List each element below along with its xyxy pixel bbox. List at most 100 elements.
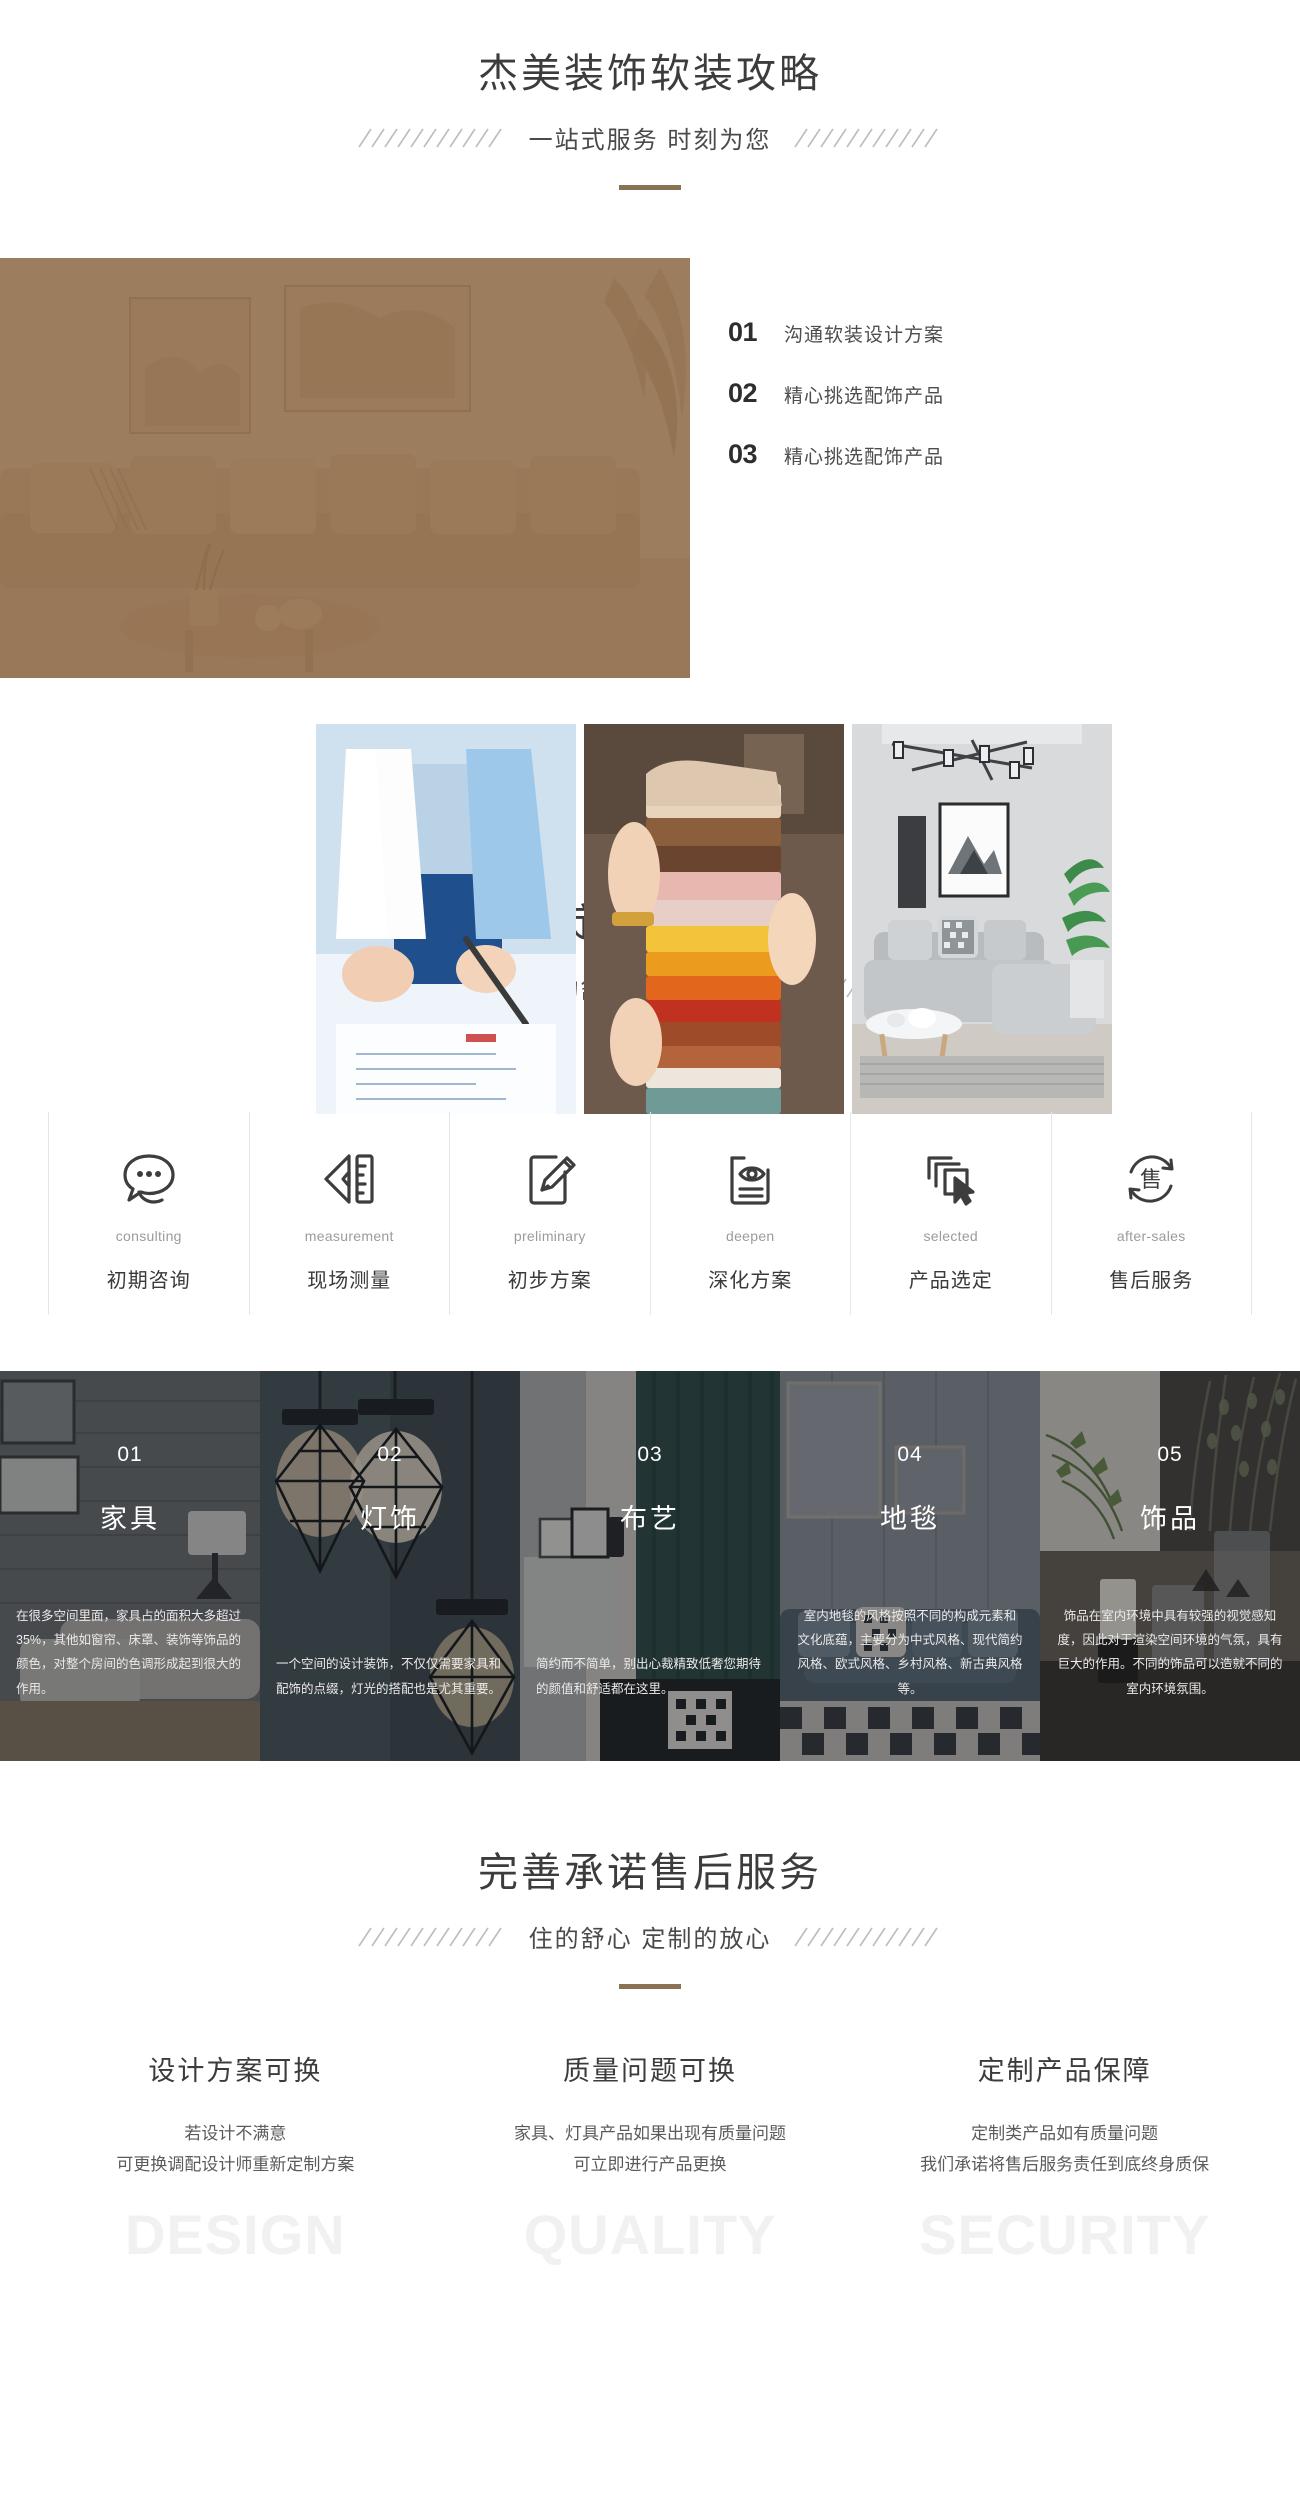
process-step-en-label: after-sales	[1116, 1228, 1186, 1244]
heading-accent-bar	[619, 185, 681, 190]
consultation-signing-photo	[316, 724, 576, 1114]
select-cursor-icon	[851, 1146, 1051, 1212]
category-card-carpet[interactable]: 04 地毯 室内地毯的风格按照不同的构成元素和 文化底蕴，主要分为中式风格、现代…	[780, 1371, 1040, 1761]
aftersales-subtitle-row: 住的舒心 定制的放心	[0, 1919, 1300, 1954]
process-step-selected[interactable]: selected 产品选定	[850, 1112, 1051, 1315]
hero-background-photo	[0, 258, 690, 678]
guarantee-lines: 若设计不满意 可更换调配设计师重新定制方案	[28, 2118, 443, 2181]
category-description: 饰品在室内环境中具有较强的视觉感知度，因此对于渲染空间环境的气氛，具有巨大的作用…	[1057, 1608, 1283, 1696]
process-step-en-label: measurement	[304, 1228, 394, 1244]
process-step-cn-label: 售后服务	[1109, 1270, 1194, 1292]
process-step-cn-label: 产品选定	[908, 1270, 993, 1292]
aftersales-heading-block: 完善承诺售后服务 住的舒心 定制的放心	[0, 1849, 1300, 1989]
grey-living-room-photo	[852, 724, 1112, 1114]
pencil-note-icon	[450, 1146, 650, 1212]
guarantee-title: 定制产品保障	[977, 2056, 1152, 2086]
fabric-swatches-photo	[584, 724, 844, 1114]
category-number: 05	[1157, 1443, 1183, 1466]
category-name: 家具	[100, 1504, 160, 1534]
aftersales-subtitle: 住的舒心 定制的放心	[528, 1926, 772, 1953]
document-eye-icon	[651, 1146, 851, 1212]
ruler-icon	[250, 1146, 450, 1212]
category-description: 简约而不简单，别出心裁精致低奢您期待的颜值和舒适都在这里。	[536, 1657, 762, 1696]
process-step-en-label: selected	[923, 1228, 979, 1244]
grey-room-illustration	[852, 724, 1112, 1114]
guarantee-lines: 家具、灯具产品如果出现有质量问题 可立即进行产品更换	[443, 2118, 858, 2181]
category-name: 地毯	[880, 1504, 940, 1534]
page-title: 杰美装饰软装攻略	[478, 52, 822, 96]
guarantee-watermark-word: SECURITY	[919, 2202, 1211, 2266]
hatch-lines-right-icon	[794, 1927, 938, 1946]
category-name: 灯饰	[360, 1504, 420, 1534]
hero-step-list: 01 沟通软装设计方案 02 精心挑选配饰产品 03 精心挑选配饰产品	[728, 317, 1148, 500]
guarantee-title: 质量问题可换	[563, 2056, 737, 2086]
guarantee-title: 设计方案可换	[148, 2056, 323, 2086]
hero-step-number: 03	[728, 439, 758, 469]
page-root: 杰美装饰软装攻略 一站式服务 时刻为您 01 沟通软装设计方案 02 精心挑选配…	[0, 0, 1300, 2323]
guarantee-line-2: 可立即进行产品更换	[573, 2155, 727, 2175]
after-sales-icon: 售	[1052, 1146, 1252, 1212]
category-card-decor[interactable]: 05 饰品 饰品在室内环境中具有较强的视觉感知度，因此对于渲染空间环境的气氛，具…	[1040, 1371, 1300, 1761]
category-name: 饰品	[1140, 1504, 1200, 1534]
heading-accent-bar	[619, 1984, 681, 1989]
category-card-row: 01 家具 在很多空间里面，家具占的面积大多超过35%，其他如窗帘、床罩、装饰等…	[0, 1371, 1300, 1761]
guarantee-column-design: 设计方案可换 若设计不满意 可更换调配设计师重新定制方案 DESIGN	[28, 2049, 443, 2263]
hatch-lines-left-icon	[357, 1927, 502, 1946]
hero-step-label: 精心挑选配饰产品	[784, 386, 945, 407]
hero-block: 01 沟通软装设计方案 02 精心挑选配饰产品 03 精心挑选配饰产品	[0, 242, 1300, 1114]
chat-bubble-icon	[49, 1146, 249, 1212]
guarantee-line-1: 若设计不满意	[184, 2124, 287, 2143]
guarantee-line-1: 定制类产品如有质量问题	[971, 2124, 1159, 2143]
hero-heading-block: 杰美装饰软装攻略 一站式服务 时刻为您	[0, 0, 1300, 190]
guarantee-watermark-word: DESIGN	[124, 2202, 346, 2266]
category-number: 03	[637, 1443, 663, 1466]
hero-step-label: 精心挑选配饰产品	[784, 447, 945, 468]
process-step-measurement[interactable]: measurement 现场测量	[248, 1112, 450, 1315]
aftersales-title: 完善承诺售后服务	[478, 1851, 822, 1895]
hatch-lines-left-icon	[357, 128, 502, 147]
category-description: 一个空间的设计装饰，不仅仅需要家具和配饰的点缀，灯光的搭配也是尤其重要。	[276, 1657, 502, 1696]
guarantee-watermark-word: QUALITY	[523, 2202, 777, 2266]
process-step-en-label: consulting	[115, 1228, 182, 1244]
category-number: 04	[897, 1443, 923, 1466]
guarantee-lines: 定制类产品如有质量问题 我们承诺将售后服务责任到底终身质保	[857, 2118, 1272, 2181]
svg-text:售: 售	[1140, 1168, 1162, 1193]
guarantee-column-quality: 质量问题可换 家具、灯具产品如果出现有质量问题 可立即进行产品更换 QUALIT…	[443, 2049, 858, 2263]
fabric-swatch-illustration	[584, 724, 844, 1114]
process-step-cn-label: 深化方案	[708, 1270, 793, 1292]
category-card-fabric[interactable]: 03 布艺 简约而不简单，别出心裁精致低奢您期待的颜值和舒适都在这里。	[520, 1371, 780, 1761]
process-step-en-label: deepen	[725, 1228, 775, 1244]
page-subtitle: 一站式服务 时刻为您	[528, 127, 772, 154]
process-step-deepen[interactable]: deepen 深化方案	[649, 1112, 851, 1315]
hero-photo-row	[316, 724, 1112, 1114]
process-step-consulting[interactable]: consulting 初期咨询	[48, 1112, 249, 1315]
guarantee-line-2: 我们承诺将售后服务责任到底终身质保	[920, 2155, 1210, 2175]
hero-step-number: 02	[728, 378, 758, 408]
guarantee-line-1: 家具、灯具产品如果出现有质量问题	[514, 2124, 786, 2143]
hero-step-item: 03 精心挑选配饰产品	[728, 439, 1148, 470]
category-number: 01	[117, 1443, 143, 1466]
hero-subtitle-row: 一站式服务 时刻为您	[0, 120, 1300, 155]
category-number: 02	[377, 1443, 403, 1466]
process-step-preliminary[interactable]: preliminary 初步方案	[449, 1112, 650, 1315]
process-step-cn-label: 初步方案	[507, 1270, 592, 1292]
category-description: 在很多空间里面，家具占的面积大多超过35%，其他如窗帘、床罩、装饰等饰品的颜色，…	[16, 1608, 242, 1696]
guarantee-column-row: 设计方案可换 若设计不满意 可更换调配设计师重新定制方案 DESIGN 质量问题…	[0, 2049, 1300, 2323]
hero-step-item: 02 精心挑选配饰产品	[728, 378, 1148, 409]
process-step-en-label: preliminary	[513, 1228, 586, 1244]
category-description: 室内地毯的风格按照不同的构成元素和 文化底蕴，主要分为中式风格、现代简约风格、欧…	[797, 1608, 1023, 1696]
process-step-after-sales[interactable]: 售 after-sales 售后服务	[1050, 1112, 1252, 1315]
category-card-furniture[interactable]: 01 家具 在很多空间里面，家具占的面积大多超过35%，其他如窗帘、床罩、装饰等…	[0, 1371, 260, 1761]
hatch-lines-right-icon	[794, 128, 938, 147]
process-step-cn-label: 现场测量	[307, 1270, 392, 1292]
hero-step-item: 01 沟通软装设计方案	[728, 317, 1148, 348]
process-step-strip: consulting 初期咨询 measurement 现场测量 prelimi…	[0, 1112, 1300, 1315]
hero-step-label: 沟通软装设计方案	[784, 325, 945, 346]
hero-step-number: 01	[728, 317, 758, 347]
guarantee-column-security: 定制产品保障 定制类产品如有质量问题 我们承诺将售后服务责任到底终身质保 SEC…	[857, 2049, 1272, 2263]
category-card-lighting[interactable]: 02 灯饰 一个空间的设计装饰，不仅仅需要家具和配饰的点缀，灯光的搭配也是尤其重…	[260, 1371, 520, 1761]
process-step-cn-label: 初期咨询	[106, 1270, 191, 1292]
signing-illustration	[316, 724, 576, 1114]
category-name: 布艺	[620, 1504, 680, 1534]
guarantee-line-2: 可更换调配设计师重新定制方案	[116, 2155, 355, 2175]
